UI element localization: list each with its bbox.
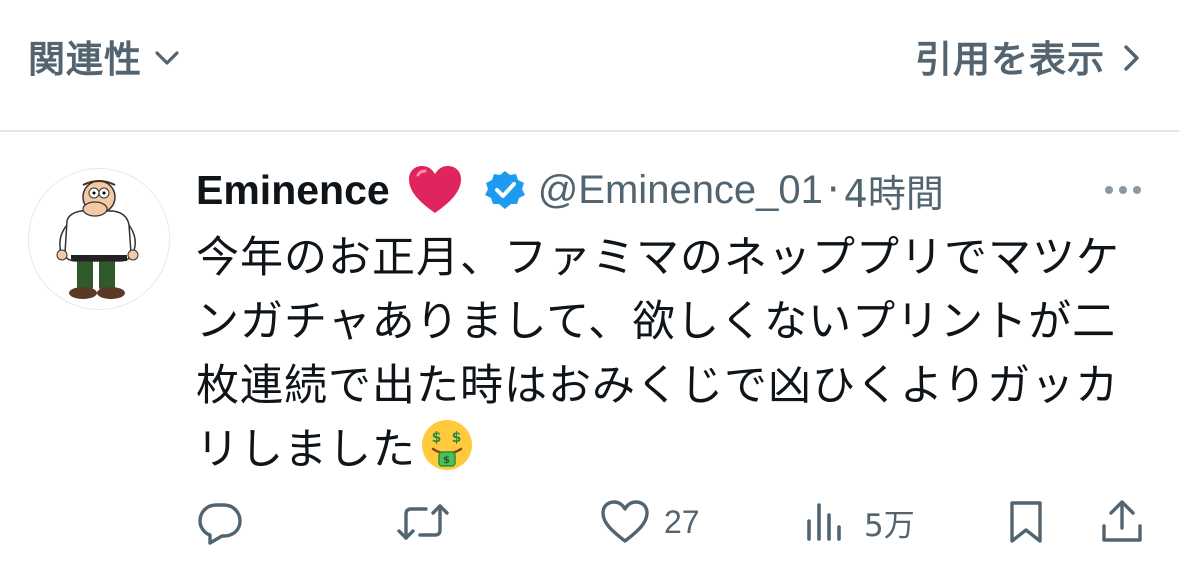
svg-text:$: $: [432, 430, 443, 446]
more-options-button[interactable]: [1101, 174, 1145, 206]
avatar[interactable]: [28, 168, 170, 310]
view-quotes-link[interactable]: 引用を表示: [915, 34, 1143, 86]
sort-dropdown[interactable]: 関連性: [28, 34, 182, 86]
views-count: 5万: [864, 507, 915, 544]
reply-button[interactable]: [196, 490, 258, 554]
cartoon-character-image: [56, 180, 139, 299]
user-handle[interactable]: @Eminence_01: [538, 168, 823, 213]
bookmark-button[interactable]: [1006, 490, 1046, 554]
verified-badge-icon[interactable]: [484, 169, 526, 211]
share-button[interactable]: [1100, 490, 1144, 554]
tweet-text: 今年のお正月、ファミマのネッププリでマツケンガチャありまして、欲しくないプリント…: [196, 233, 1120, 475]
bookmark-icon: [1010, 501, 1042, 543]
retweet-button[interactable]: [396, 490, 464, 554]
heart-outline-icon: [601, 500, 649, 543]
share-upload-icon: [1102, 500, 1142, 542]
display-name[interactable]: Eminence: [196, 167, 390, 214]
separator-dot: ·: [826, 167, 840, 213]
analytics-bars-icon: [807, 503, 841, 541]
like-count: 27: [664, 503, 700, 540]
sort-label: 関連性: [28, 38, 142, 81]
tweet-body: 今年のお正月、ファミマのネッププリでマツケンガチャありまして、欲しくないプリント…: [196, 226, 1146, 490]
chevron-down-icon: [152, 43, 182, 77]
chevron-right-icon: [1119, 41, 1143, 79]
money-mouth-face-emoji-icon: $ $ $: [420, 418, 474, 490]
views-button[interactable]: 5万: [804, 490, 915, 554]
tweet-header: Eminence @Eminence_01 · 4時間: [196, 160, 944, 220]
tweet-actions: 27 5万: [0, 490, 1179, 554]
reply-bubble-icon: [198, 503, 242, 545]
conversation-header: 関連性 引用を表示: [0, 0, 1179, 131]
divider: [0, 130, 1179, 132]
view-quotes-label: 引用を表示: [915, 38, 1105, 81]
retweet-arrows-icon: [397, 504, 449, 540]
svg-text:$: $: [452, 430, 463, 446]
timestamp[interactable]: 4時間: [844, 163, 944, 218]
red-heart-emoji-icon: [406, 163, 464, 217]
more-dots-icon: [1105, 186, 1141, 194]
like-button[interactable]: 27: [600, 490, 700, 554]
svg-text:$: $: [443, 455, 451, 466]
